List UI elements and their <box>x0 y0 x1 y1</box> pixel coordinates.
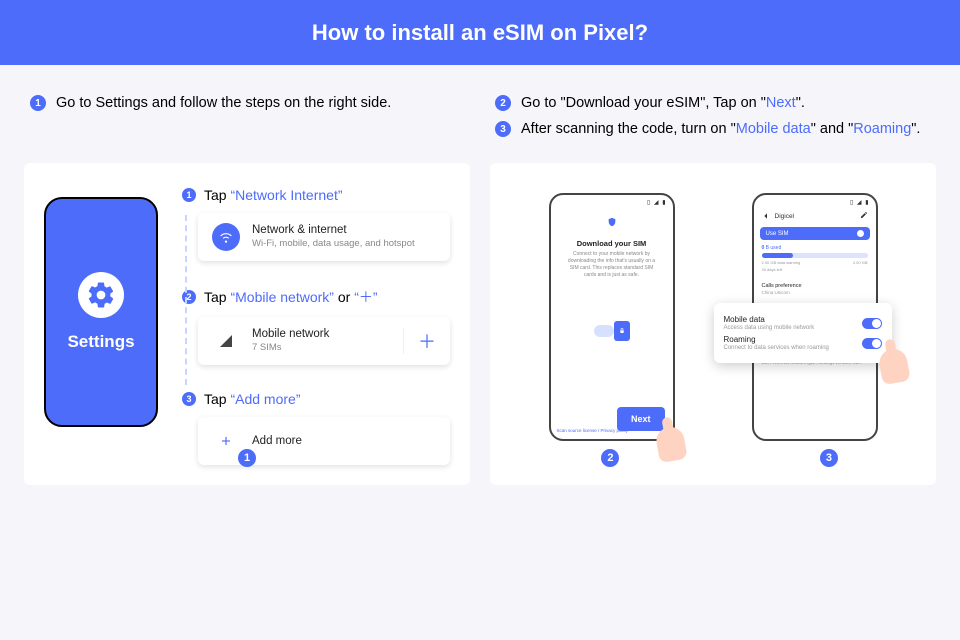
shield-icon <box>559 217 665 229</box>
next-button[interactable]: Next <box>617 407 665 431</box>
panel-number-badge: 3 <box>820 449 838 467</box>
page-title: How to install an eSIM on Pixel? <box>312 20 648 46</box>
sim-card-icon <box>614 321 630 341</box>
toggle-knob <box>857 230 864 237</box>
wifi-icon <box>212 223 240 251</box>
screen-subtitle: Connect to your mobile network by downlo… <box>565 251 659 279</box>
substep-1: 1 Tap “Network Internet” Network & inter… <box>182 187 450 261</box>
settings-label: Settings <box>67 332 134 352</box>
status-bar: ▯ ◢ ▮ <box>850 199 870 206</box>
step-number-badge: 1 <box>182 188 196 202</box>
mobile-network-card[interactable]: Mobile network 7 SIMs ＋ <box>198 317 450 365</box>
gear-icon <box>78 272 124 318</box>
edit-icon[interactable] <box>860 211 868 221</box>
download-illustration <box>588 307 636 355</box>
instruction-right: 2 Go to "Download your eSIM", Tap on "Ne… <box>495 85 930 147</box>
card-title: Network & internet <box>252 223 415 238</box>
instruction-text: Go to "Download your eSIM", Tap on "Next… <box>521 95 805 111</box>
network-internet-card[interactable]: Network & internet Wi-Fi, mobile, data u… <box>198 213 450 261</box>
download-sim-phone: ▯ ◢ ▮ Download your SIM Connect to your … <box>549 193 675 441</box>
screen-title: Download your SIM <box>559 239 665 248</box>
panel-number-badge: 2 <box>601 449 619 467</box>
substep-3: 3 Tap “Add more” Add more <box>182 391 450 465</box>
step-number-badge: 2 <box>495 95 511 111</box>
cloud-icon <box>594 325 614 337</box>
toggle-overlay: Mobile dataAccess data using mobile netw… <box>714 303 892 363</box>
instruction-text: Go to Settings and follow the steps on t… <box>56 95 391 111</box>
instruction-text: After scanning the code, turn on "Mobile… <box>521 121 920 137</box>
carrier-name: Digicel <box>775 213 795 220</box>
step-number-badge: 1 <box>30 95 46 111</box>
instructions: 1 Go to Settings and follow the steps on… <box>0 65 960 155</box>
mobile-data-toggle[interactable]: Mobile dataAccess data using mobile netw… <box>724 315 882 331</box>
step-connector <box>185 215 187 385</box>
signal-icon <box>212 327 240 355</box>
panel-number-badge: 1 <box>238 449 256 467</box>
highlight: Next <box>766 95 796 111</box>
steps-column: 1 Tap “Network Internet” Network & inter… <box>178 187 450 465</box>
plus-icon[interactable]: ＋ <box>403 328 436 354</box>
roaming-toggle[interactable]: RoamingConnect to data services when roa… <box>724 335 882 351</box>
progress-bar <box>762 253 868 258</box>
calls-preference-row[interactable]: Calls preferenceChina Unicom <box>760 278 870 300</box>
plus-icon <box>212 427 240 455</box>
title-banner: How to install an eSIM on Pixel? <box>0 0 960 65</box>
card-title: Mobile network <box>252 327 329 342</box>
screen-header: Digicel <box>760 209 870 223</box>
step-number-badge: 3 <box>182 392 196 406</box>
use-sim-toggle[interactable]: Use SIM <box>760 227 870 240</box>
instruction-left: 1 Go to Settings and follow the steps on… <box>30 85 465 147</box>
card-subtitle: 7 SIMs <box>252 342 329 354</box>
panels: Settings 1 Tap “Network Internet” Networ… <box>0 155 960 509</box>
panel-1: Settings 1 Tap “Network Internet” Networ… <box>24 163 470 485</box>
substep-2: 2 Tap “Mobile network” or “＋” Mobile net… <box>182 287 450 365</box>
substep-text: Tap “Mobile network” or “＋” <box>204 287 378 307</box>
settings-phone-mockup: Settings <box>44 197 158 427</box>
card-title: Add more <box>252 434 302 449</box>
substep-text: Tap “Add more” <box>204 391 301 407</box>
status-bar: ▯ ◢ ▮ <box>647 199 667 206</box>
sim-settings-phone: ▯ ◢ ▮ Digicel Use SIM 0 B used 2.00 GB d… <box>752 193 878 441</box>
step-number-badge: 3 <box>495 121 511 137</box>
panel-2-3: ▯ ◢ ▮ Download your SIM Connect to your … <box>490 163 936 485</box>
hand-pointer-icon <box>877 347 910 385</box>
toggle-switch[interactable] <box>862 338 882 349</box>
data-usage: 0 B used 2.00 GB data warning2.00 GB 30 … <box>760 245 870 272</box>
toggle-switch[interactable] <box>862 318 882 329</box>
back-arrow-icon[interactable] <box>762 212 770 220</box>
add-more-card[interactable]: Add more <box>198 417 450 465</box>
highlight: Roaming <box>853 121 911 137</box>
substep-text: Tap “Network Internet” <box>204 187 343 203</box>
highlight: Mobile data <box>736 121 811 137</box>
card-subtitle: Wi-Fi, mobile, data usage, and hotspot <box>252 238 415 250</box>
